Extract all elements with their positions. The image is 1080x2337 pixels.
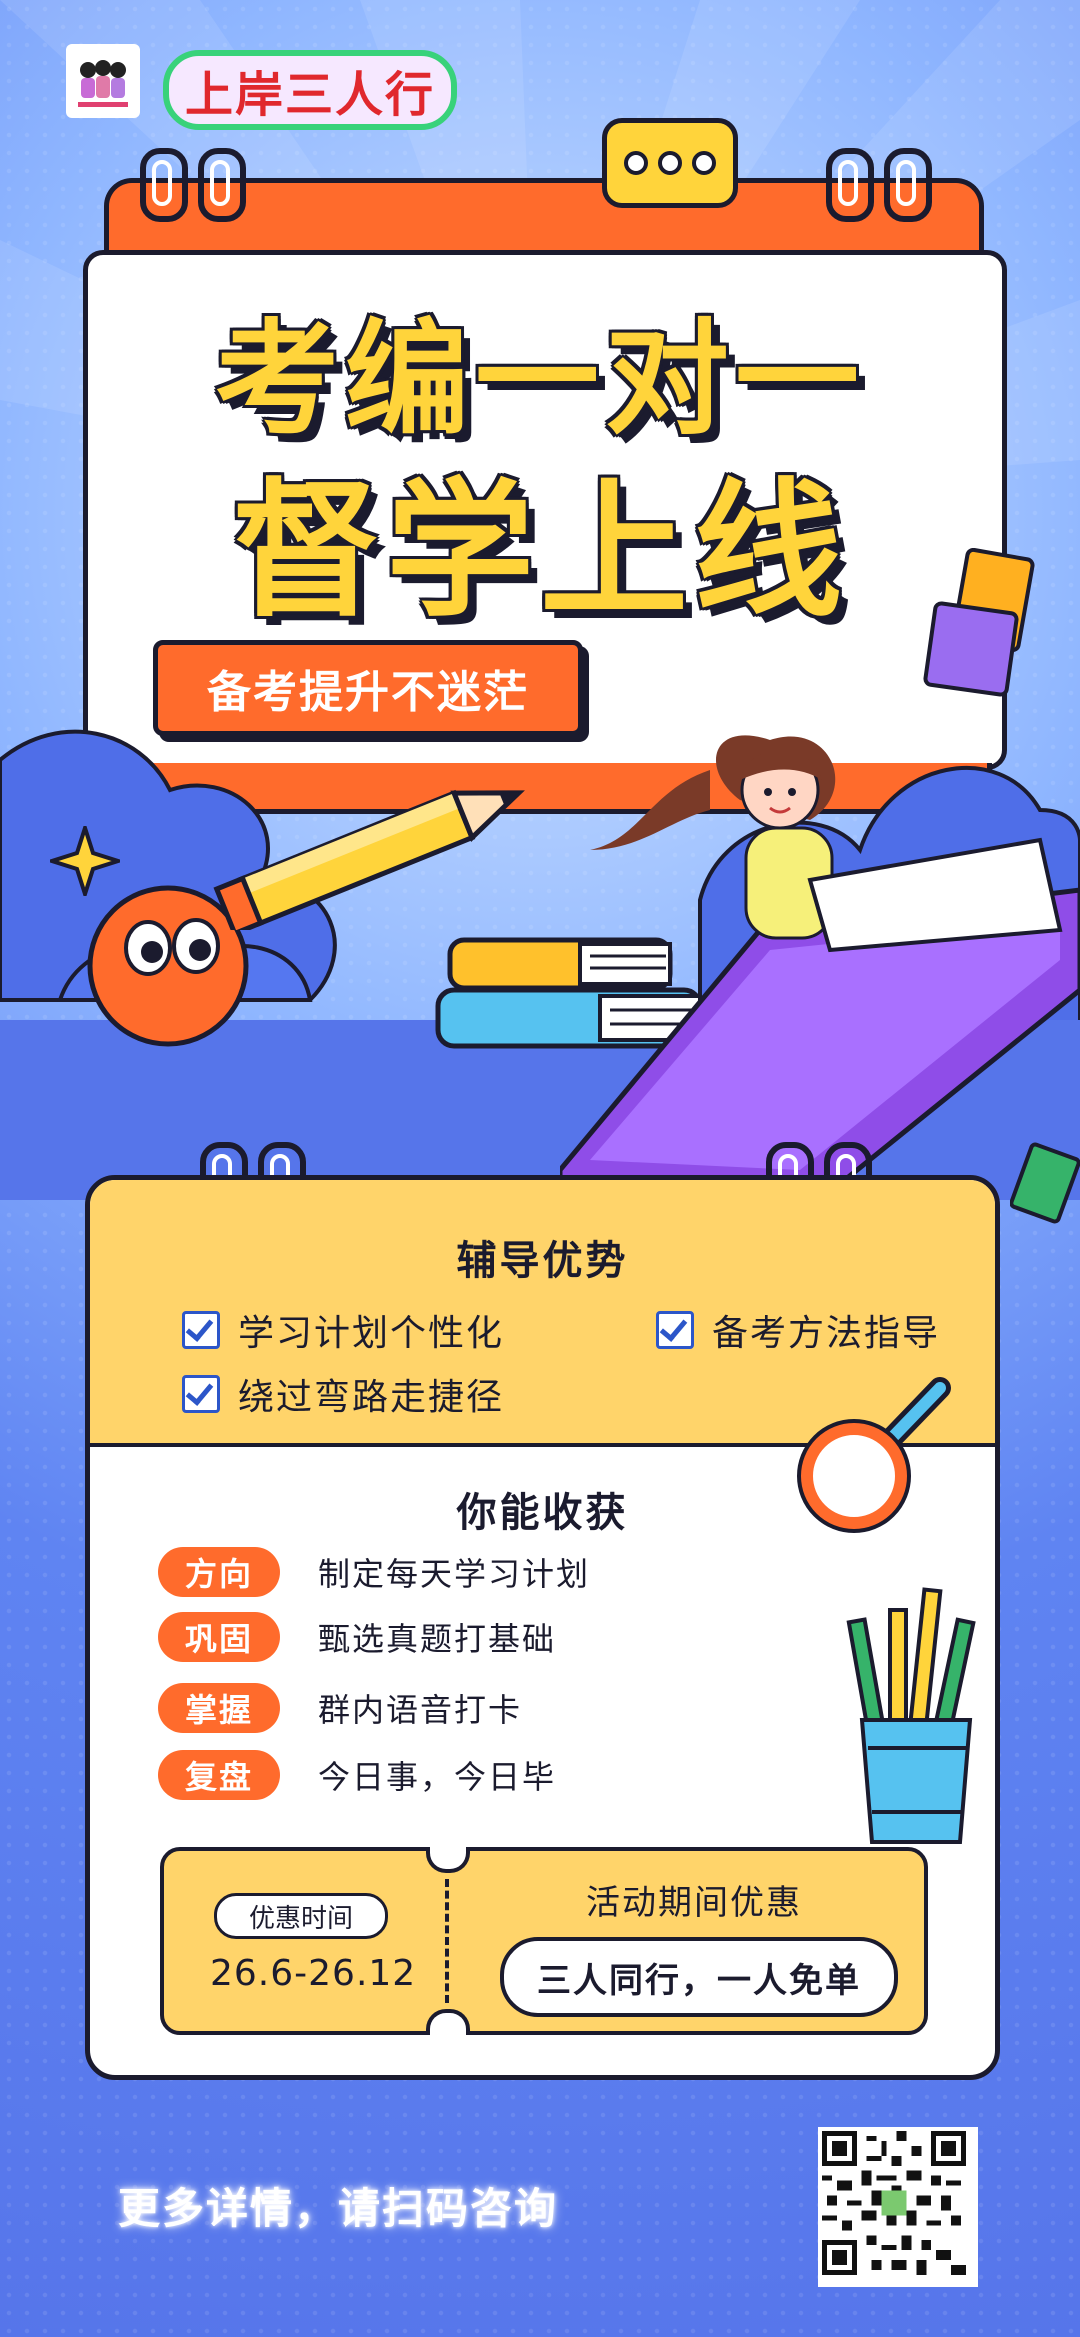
binder-ring-icon bbox=[826, 148, 874, 222]
promo-dates: 26.6-26.12 bbox=[210, 1953, 417, 1994]
poster: 上岸三人行 考编一对一 督学上线 备考提升不迷茫 辅导优势 学习计划个性化 备考… bbox=[0, 0, 1080, 2337]
promo-offer-text: 三人同行，一人免单 bbox=[537, 1960, 861, 2001]
advantages-title: 辅导优势 bbox=[90, 1228, 995, 1286]
gain-text: 今日事，今日毕 bbox=[318, 1758, 557, 1796]
promo-ticket: 优惠时间 26.6-26.12 活动期间优惠 三人同行，一人免单 bbox=[160, 1847, 928, 2035]
pencil-cup-icon bbox=[846, 1587, 976, 1844]
qr-code[interactable] bbox=[818, 2127, 978, 2287]
gain-tag: 方向 bbox=[158, 1547, 280, 1597]
girl-reading-book-illustration bbox=[560, 735, 1080, 1200]
advantage-item: 学习计划个性化 bbox=[182, 1304, 504, 1356]
speech-bubble-icon bbox=[602, 118, 738, 208]
promo-time-label: 优惠时间 bbox=[214, 1893, 388, 1939]
sparkle-icon bbox=[50, 826, 120, 896]
footer-cta: 更多详情，请扫码咨询 bbox=[118, 2184, 559, 2233]
binder-ring-icon bbox=[884, 148, 932, 222]
gain-text: 甄选真题打基础 bbox=[318, 1620, 557, 1658]
brand-name-badge: 上岸三人行 bbox=[163, 50, 457, 130]
ticket-notch bbox=[426, 1847, 470, 1873]
gain-tag: 掌握 bbox=[158, 1683, 280, 1733]
advantage-item: 绕过弯路走捷径 bbox=[182, 1368, 504, 1420]
gain-tag: 复盘 bbox=[158, 1750, 280, 1800]
checkbox-icon bbox=[182, 1311, 220, 1349]
gain-row: 方向 制定每天学习计划 bbox=[158, 1547, 590, 1597]
promo-time-label-text: 优惠时间 bbox=[248, 1903, 353, 1934]
qr-code-icon bbox=[822, 2131, 966, 2275]
ticket-notch bbox=[426, 2009, 470, 2035]
binder-ring-icon bbox=[140, 148, 188, 222]
magnifier-icon bbox=[797, 1377, 951, 1533]
gain-text: 制定每天学习计划 bbox=[318, 1555, 591, 1593]
book-icon bbox=[1010, 1142, 1080, 1224]
gain-row: 巩固 甄选真题打基础 bbox=[158, 1612, 556, 1662]
gain-row: 复盘 今日事，今日毕 bbox=[158, 1750, 556, 1800]
binder-ring-icon bbox=[198, 148, 246, 222]
advantage-item: 备考方法指导 bbox=[656, 1304, 940, 1356]
stacked-books-icon bbox=[923, 548, 1035, 697]
checkbox-icon bbox=[182, 1375, 220, 1413]
pencil-icon bbox=[213, 789, 525, 930]
checkbox-icon bbox=[656, 1311, 694, 1349]
gain-text: 群内语音打卡 bbox=[318, 1691, 523, 1729]
advantage-text: 学习计划个性化 bbox=[238, 1313, 505, 1354]
hero-title-line2: 督学上线 bbox=[232, 465, 848, 637]
gain-row: 掌握 群内语音打卡 bbox=[158, 1683, 522, 1733]
advantage-text: 绕过弯路走捷径 bbox=[238, 1377, 505, 1418]
advantage-text: 备考方法指导 bbox=[712, 1313, 941, 1354]
promo-heading: 活动期间优惠 bbox=[586, 1883, 802, 1923]
three-people-icon bbox=[78, 60, 128, 107]
brand-logo bbox=[66, 44, 140, 118]
brand-name: 上岸三人行 bbox=[184, 67, 435, 123]
gain-tag: 巩固 bbox=[158, 1612, 280, 1662]
promo-offer: 三人同行，一人免单 bbox=[500, 1937, 898, 2017]
ticket-divider bbox=[445, 1879, 449, 2003]
